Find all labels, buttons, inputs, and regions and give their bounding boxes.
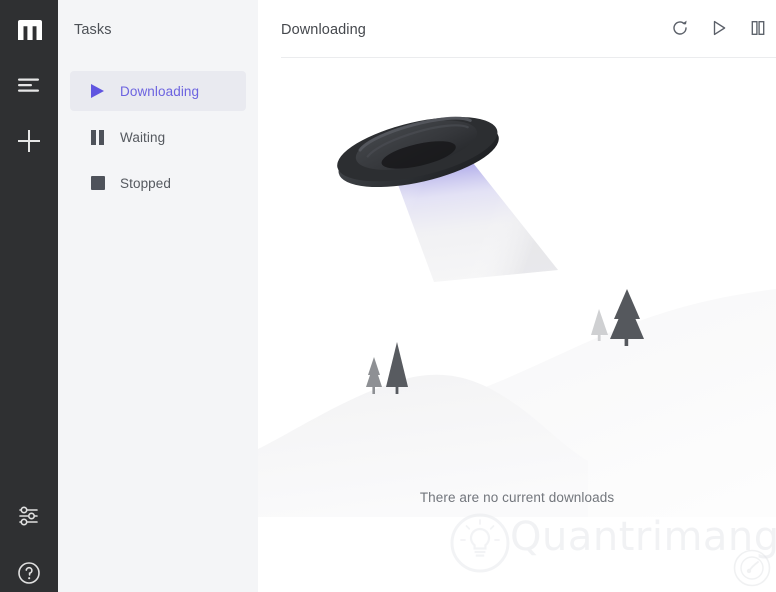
- watermark-text: Quantrimang: [510, 514, 776, 560]
- resume-all-button[interactable]: [707, 18, 731, 42]
- sidebar-item-label: Stopped: [120, 175, 171, 191]
- pause-bars-icon: [91, 129, 107, 145]
- rail-item-add[interactable]: [0, 128, 58, 159]
- hill-back: [428, 289, 776, 517]
- sidebar-title: Tasks: [74, 22, 112, 38]
- tree-small-right: [591, 309, 608, 341]
- pause-all-button[interactable]: [746, 18, 770, 42]
- rail-item-settings[interactable]: [0, 505, 58, 531]
- question-circle-icon: [17, 561, 41, 590]
- header-divider: [281, 57, 776, 58]
- plus-icon: [16, 128, 42, 159]
- play-outline-icon: [710, 19, 728, 42]
- tree-tall-right: [610, 289, 644, 346]
- sliders-settings-icon: [17, 504, 41, 533]
- task-filter-list: Downloading Waiting Stopped: [70, 71, 246, 209]
- hamburger-menu-icon: [17, 76, 41, 99]
- app-window: Tasks Downloading Waiting Stopped Downlo…: [0, 0, 776, 592]
- empty-state-message: There are no current downloads: [419, 490, 615, 505]
- main-panel: Downloading There are no current downloa…: [258, 0, 776, 592]
- app-logo: [0, 18, 58, 40]
- header-actions: [668, 18, 770, 42]
- ufo-saucer: [337, 116, 499, 188]
- left-rail: [0, 0, 58, 592]
- play-triangle-icon: [91, 83, 107, 99]
- empty-state-illustration: [258, 57, 776, 517]
- rail-item-help[interactable]: [0, 561, 58, 590]
- pause-outline-icon: [749, 19, 767, 42]
- watermark: Quantrimang: [448, 512, 776, 574]
- tree-tall-left: [386, 342, 408, 394]
- rail-item-menu[interactable]: [0, 74, 58, 100]
- stop-square-icon: [91, 175, 107, 191]
- sidebar-item-label: Downloading: [120, 83, 200, 99]
- refresh-circular-arrow-icon: [671, 19, 689, 42]
- page-title: Downloading: [281, 22, 366, 38]
- tree-small-left: [366, 357, 382, 394]
- ufo-light-beam: [386, 139, 558, 282]
- speedometer-gauge-icon: [732, 548, 772, 588]
- motrix-m-logo-icon: [16, 18, 42, 40]
- refresh-button[interactable]: [668, 18, 692, 42]
- sidebar-item-downloading[interactable]: Downloading: [70, 71, 246, 111]
- tasks-sidebar: Tasks Downloading Waiting Stopped: [58, 0, 258, 592]
- sidebar-item-stopped[interactable]: Stopped: [70, 163, 246, 203]
- sidebar-item-waiting[interactable]: Waiting: [70, 117, 246, 157]
- sidebar-item-label: Waiting: [120, 129, 166, 145]
- main-header: Downloading: [258, 0, 776, 58]
